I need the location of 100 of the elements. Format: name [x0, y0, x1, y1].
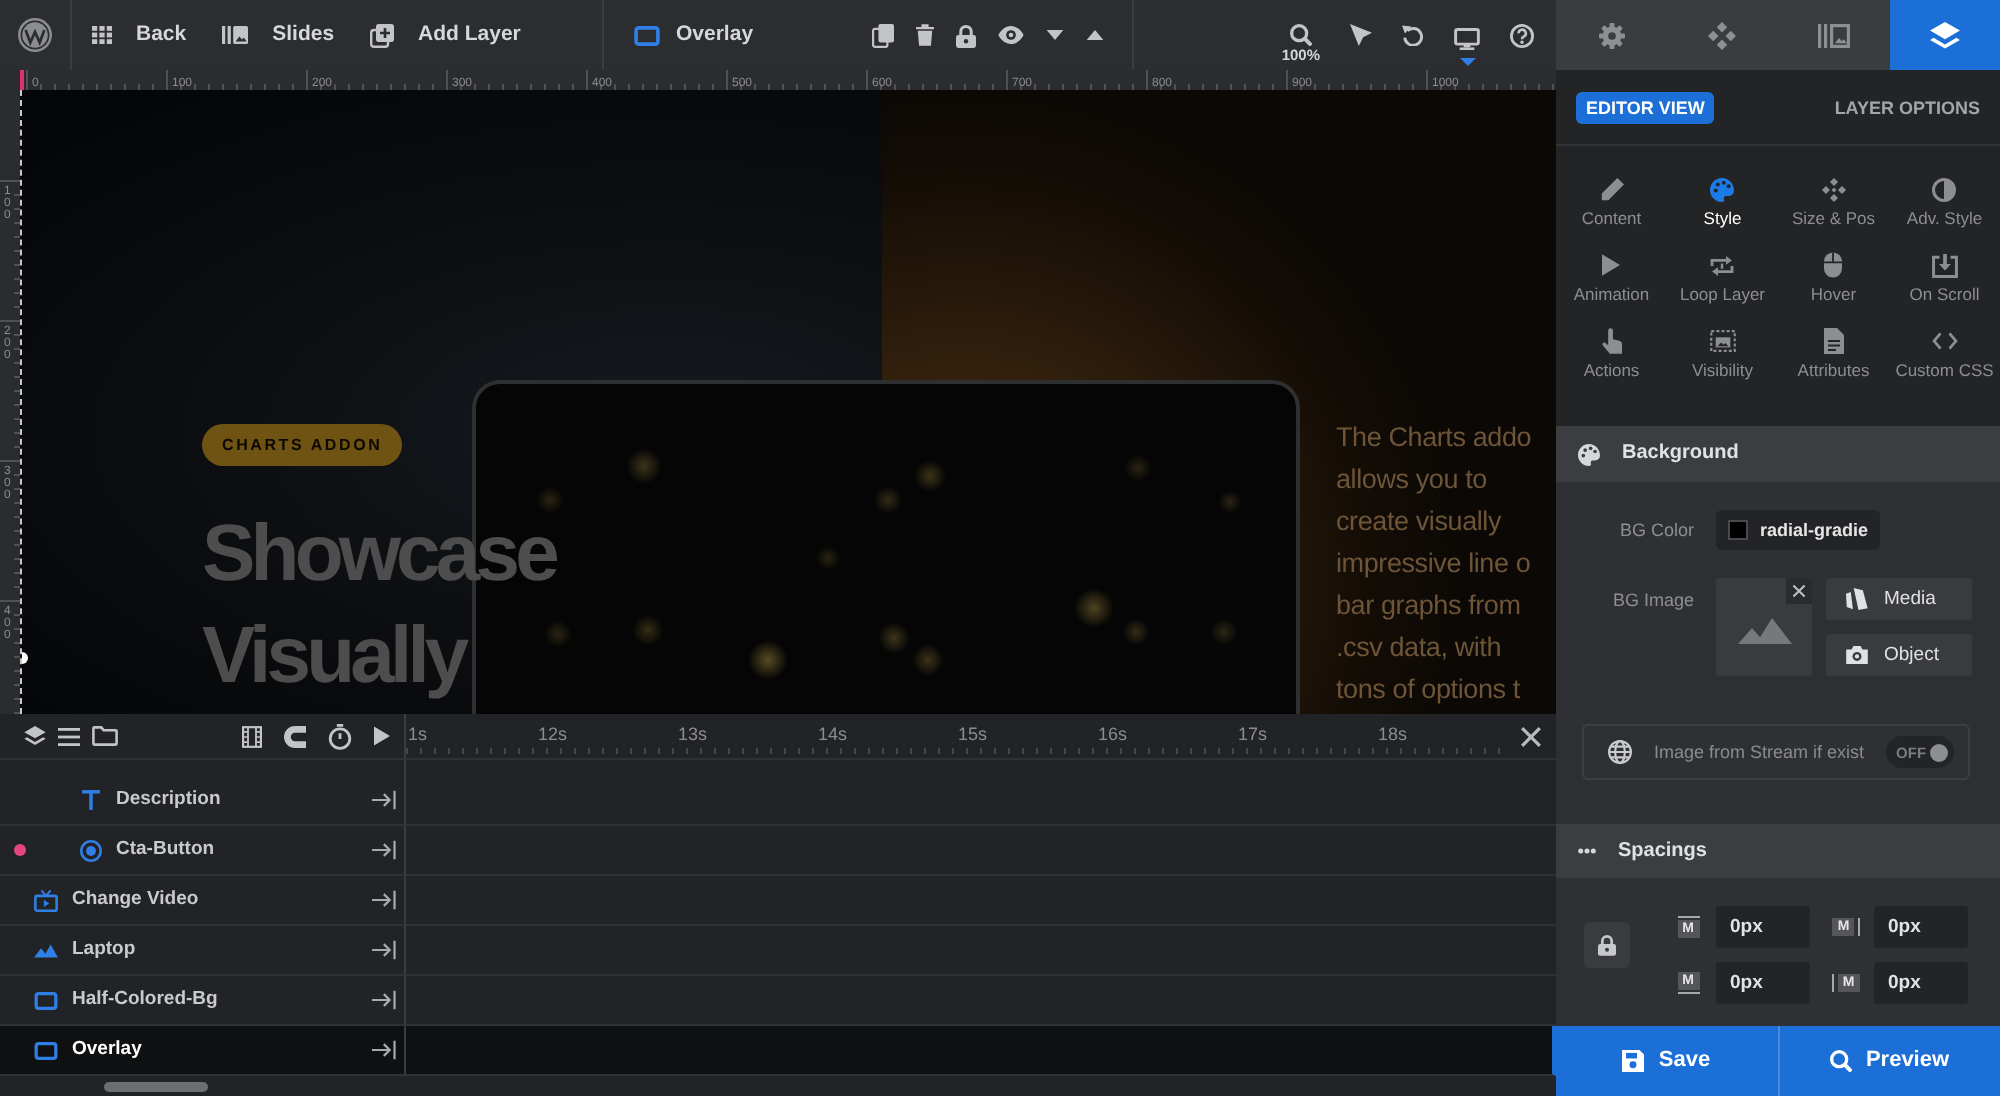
- panel-tab[interactable]: [1889, 0, 2000, 70]
- copy-icon[interactable]: [872, 23, 894, 47]
- view-tab[interactable]: EDITOR VIEW: [1576, 91, 1715, 123]
- settings-icon: [1597, 21, 1626, 49]
- option-tab[interactable]: Size & Pos: [1778, 164, 1889, 240]
- time-label: 15s: [958, 724, 988, 744]
- repeat-icon: [1710, 253, 1735, 277]
- logo-icon[interactable]: [18, 18, 52, 52]
- time-label: 13s: [678, 724, 708, 744]
- object-button[interactable]: Object: [1826, 634, 1972, 676]
- stopwatch-icon[interactable]: [328, 723, 352, 749]
- layer-row[interactable]: Laptop: [0, 926, 406, 976]
- mountain-icon: [34, 943, 58, 957]
- save-button[interactable]: Save: [1556, 1026, 1777, 1096]
- margin-input[interactable]: 0px: [1874, 962, 1968, 1004]
- slides-button[interactable]: Slides: [222, 24, 335, 46]
- view-tab[interactable]: LAYER OPTIONS: [1824, 91, 1990, 123]
- arrow-to-end-icon[interactable]: [372, 790, 396, 810]
- option-tab[interactable]: Actions: [1556, 316, 1667, 392]
- margin-input[interactable]: 0px: [1716, 962, 1810, 1004]
- layer-row[interactable]: Change Video: [0, 876, 406, 926]
- preview-button[interactable]: Preview: [1777, 1026, 2000, 1096]
- option-tab[interactable]: Style: [1667, 164, 1778, 240]
- arrow-to-end-icon[interactable]: [372, 1040, 396, 1060]
- layer-row[interactable]: Cta-Button: [0, 826, 406, 876]
- trash-icon[interactable]: [916, 24, 934, 46]
- field-label: BG Image: [1612, 590, 1694, 612]
- list-icon[interactable]: [58, 727, 80, 745]
- option-tab[interactable]: Hover: [1778, 240, 1889, 316]
- play-icon[interactable]: [374, 726, 390, 746]
- move-icon: [1821, 177, 1846, 201]
- caret-up-icon[interactable]: [1086, 30, 1104, 40]
- rectangle-icon: [34, 1041, 58, 1059]
- remove-image-button[interactable]: [1786, 578, 1812, 604]
- option-tab[interactable]: Loop Layer: [1667, 240, 1778, 316]
- slides-icon: [1817, 23, 1850, 47]
- time-label: 12s: [538, 724, 568, 744]
- panel-tab[interactable]: [1556, 0, 1667, 70]
- option-tab[interactable]: Custom CSS: [1889, 316, 2000, 392]
- arrow-to-end-icon[interactable]: [372, 990, 396, 1010]
- layers-icon: [1929, 21, 1960, 49]
- cursor-icon[interactable]: [1350, 24, 1372, 46]
- layer-row[interactable]: Description: [0, 776, 406, 826]
- monitor-icon: [1454, 27, 1480, 49]
- code-icon: [1931, 332, 1958, 350]
- save-icon: [1622, 1050, 1645, 1072]
- scrollbar-thumb[interactable]: [104, 1082, 208, 1092]
- search-icon: [1829, 1050, 1852, 1072]
- stream-option-label: Image from Stream if exist: [1654, 741, 1865, 763]
- time-label: 14s: [818, 724, 848, 744]
- back-button[interactable]: Back: [92, 24, 187, 46]
- palette-icon: [1578, 443, 1600, 465]
- color-field[interactable]: radial-gradie: [1716, 510, 1880, 550]
- close-icon[interactable]: [1520, 725, 1542, 747]
- field-label: BG Color: [1619, 519, 1694, 541]
- image-placeholder[interactable]: [1716, 578, 1812, 676]
- option-tab[interactable]: Content: [1556, 164, 1667, 240]
- slide-heading: Showcase Visually: [202, 508, 558, 704]
- tv-icon: [34, 889, 58, 911]
- lock-icon[interactable]: [956, 23, 976, 47]
- search-icon: [1289, 23, 1312, 45]
- time-label: 16s: [1098, 724, 1128, 744]
- folder-icon[interactable]: [92, 726, 118, 746]
- magnet-icon[interactable]: [284, 725, 306, 747]
- desktop-view-button[interactable]: [1454, 27, 1480, 65]
- grid-icon: [92, 26, 112, 44]
- option-tab[interactable]: Visibility: [1667, 316, 1778, 392]
- layers-icon[interactable]: [24, 726, 46, 746]
- margin-input[interactable]: 0px: [1874, 906, 1968, 948]
- cards-icon: [1846, 588, 1868, 610]
- dashed-frame-icon: [1709, 330, 1736, 352]
- layer-row[interactable]: Overlay: [0, 1026, 406, 1076]
- guide-handle[interactable]: [22, 652, 28, 664]
- arrow-to-end-icon[interactable]: [372, 890, 396, 910]
- arrow-to-end-icon[interactable]: [372, 940, 396, 960]
- eye-icon[interactable]: [998, 26, 1024, 44]
- slides-icon: [222, 26, 249, 44]
- add-layer-icon: [370, 23, 395, 47]
- document-icon: [1823, 328, 1844, 354]
- time-label: 18s: [1378, 724, 1408, 744]
- caret-down-icon[interactable]: [1046, 30, 1064, 40]
- add-layer-button[interactable]: Add Layer: [370, 23, 521, 47]
- current-layer-button[interactable]: Overlay: [634, 24, 754, 46]
- film-strip-icon[interactable]: [242, 725, 262, 747]
- option-tab[interactable]: Adv. Style: [1889, 164, 2000, 240]
- arrow-to-end-icon[interactable]: [372, 840, 396, 860]
- option-tab[interactable]: Attributes: [1778, 316, 1889, 392]
- media-button[interactable]: Media: [1826, 578, 1972, 620]
- play-icon: [1602, 254, 1621, 276]
- margin-input[interactable]: 0px: [1716, 906, 1810, 948]
- option-tab[interactable]: Animation: [1556, 240, 1667, 316]
- lock-button[interactable]: [1584, 922, 1630, 968]
- section-title: Background: [1622, 442, 1739, 466]
- help-icon[interactable]: [1510, 23, 1534, 47]
- slide-description: The Charts addo allows you to create visually impressive line o bar graphs from .csv data, with tons of options t: [1336, 420, 1532, 708]
- option-tab[interactable]: On Scroll: [1889, 240, 2000, 316]
- palette-icon: [1710, 177, 1735, 201]
- undo-icon[interactable]: [1402, 24, 1424, 46]
- mountains-icon: [1737, 617, 1791, 643]
- panel-tab[interactable]: [1778, 0, 1889, 70]
